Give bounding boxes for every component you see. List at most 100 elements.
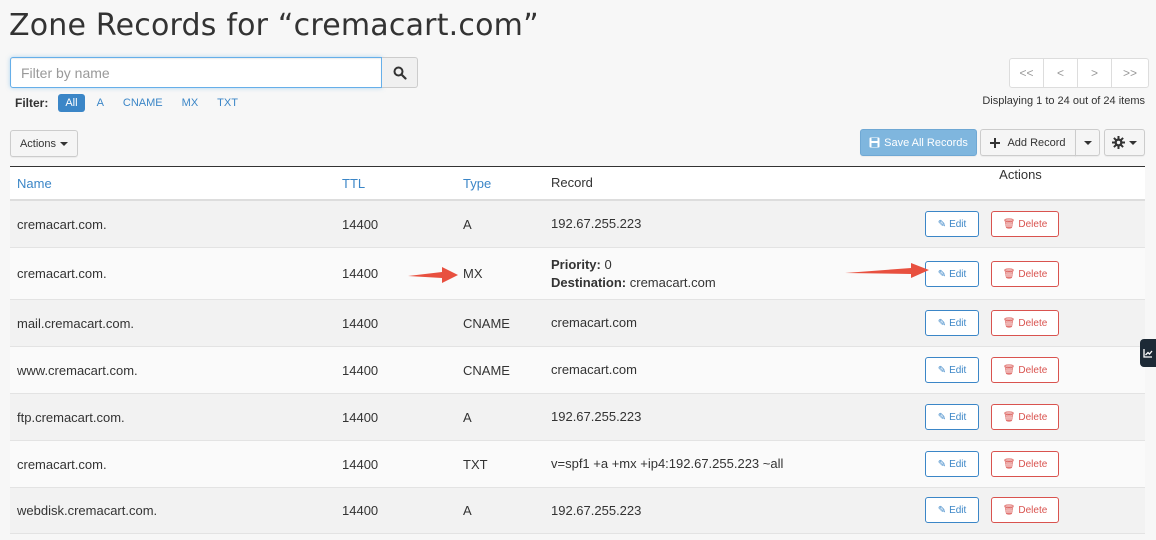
record-value: Priority: 0 Destination: cremacart.com	[544, 256, 919, 292]
destination-value: cremacart.com	[629, 274, 716, 290]
trash-icon: 🗑	[1002, 504, 1016, 516]
row-actions: ✎ Edit 🗑 Delete	[919, 347, 1145, 393]
record-value: 192.67.255.223	[551, 502, 642, 518]
save-all-records-button[interactable]: Save All Records	[860, 129, 977, 156]
settings-dropdown-button[interactable]	[1104, 129, 1145, 156]
record-name: cremacart.com.	[17, 216, 107, 232]
trash-icon: 🗑	[1002, 268, 1016, 280]
table-header: Name TTL Type Record Actions	[10, 167, 1145, 201]
pencil-icon: ✎	[937, 364, 947, 376]
zone-records-table: Name TTL Type Record Actions cremacart.c…	[10, 166, 1145, 534]
record-type: CNAME	[463, 315, 510, 331]
plus-icon	[990, 137, 1001, 148]
record-name: www.cremacart.com.	[17, 362, 138, 378]
edit-button[interactable]: ✎ Edit	[925, 211, 979, 237]
first-page-button[interactable]: <<	[1010, 59, 1044, 87]
actions-label: Actions	[19, 137, 57, 150]
table-row: cremacart.com. 14400 A 192.67.255.223 ✎ E…	[10, 201, 1145, 248]
add-record-button[interactable]: Add Record	[980, 129, 1076, 156]
row-actions: ✎ Edit 🗑 Delete	[919, 394, 1145, 440]
record-name: mail.cremacart.com.	[17, 315, 135, 331]
page-title: Zone Records for “cremacart.com”	[9, 8, 539, 43]
record-type: A	[463, 503, 472, 518]
delete-button[interactable]: 🗑 Delete	[991, 357, 1059, 383]
edit-label: Edit	[949, 411, 967, 423]
delete-label: Delete	[1018, 411, 1048, 423]
record-type: CNAME	[463, 362, 510, 378]
delete-button[interactable]: 🗑 Delete	[991, 261, 1059, 287]
side-panel-tab[interactable]	[1140, 339, 1156, 367]
table-row: webdisk.cremacart.com. 14400 A 192.67.25…	[10, 488, 1145, 534]
edit-button[interactable]: ✎ Edit	[925, 261, 979, 287]
delete-label: Delete	[1018, 268, 1048, 280]
edit-label: Edit	[949, 268, 967, 280]
delete-label: Delete	[1018, 458, 1048, 470]
save-all-records-label: Save All Records	[884, 136, 968, 149]
save-icon	[869, 137, 880, 148]
search-button[interactable]	[382, 57, 418, 88]
delete-label: Delete	[1018, 218, 1048, 230]
table-row: cremacart.com. 14400 MX Priority: 0 Dest…	[10, 248, 1145, 300]
gear-icon	[1112, 136, 1125, 149]
edit-button[interactable]: ✎ Edit	[925, 404, 979, 430]
record-value: v=spf1 +a +mx +ip4:192.67.255.223 ~all	[551, 456, 784, 471]
display-count: Displaying 1 to 24 out of 24 items	[982, 95, 1145, 107]
chevron-down-icon	[60, 141, 69, 146]
edit-button[interactable]: ✎ Edit	[925, 310, 979, 336]
filter-mx[interactable]: MX	[175, 94, 206, 112]
edit-label: Edit	[949, 504, 967, 516]
trash-icon: 🗑	[1002, 411, 1016, 423]
filter-cname[interactable]: CNAME	[116, 94, 170, 112]
search-input[interactable]	[10, 57, 382, 88]
delete-button[interactable]: 🗑 Delete	[991, 451, 1059, 477]
trash-icon: 🗑	[1002, 364, 1016, 376]
edit-label: Edit	[949, 458, 967, 470]
record-name: cremacart.com.	[17, 266, 107, 281]
filter-label: Filter:	[15, 96, 49, 110]
edit-label: Edit	[949, 317, 967, 329]
row-actions: ✎ Edit 🗑 Delete	[919, 300, 1145, 346]
filter-all[interactable]: All	[58, 94, 85, 112]
row-actions: ✎ Edit 🗑 Delete	[919, 441, 1145, 487]
column-header-ttl[interactable]: TTL	[335, 176, 456, 191]
record-ttl: 14400	[342, 266, 379, 281]
last-page-button[interactable]: >>	[1112, 59, 1148, 87]
next-page-button[interactable]: >	[1078, 59, 1112, 87]
record-name: ftp.cremacart.com.	[17, 409, 125, 425]
delete-button[interactable]: 🗑 Delete	[991, 310, 1059, 336]
record-type: MX	[463, 266, 483, 281]
table-row: mail.cremacart.com. 14400 CNAME cremacar…	[10, 300, 1145, 347]
actions-dropdown-button[interactable]: Actions	[10, 130, 78, 157]
column-header-type[interactable]: Type	[456, 176, 544, 191]
edit-button[interactable]: ✎ Edit	[925, 357, 979, 383]
delete-label: Delete	[1018, 504, 1048, 516]
priority-label: Priority:	[551, 256, 601, 272]
add-record-dropdown-button[interactable]	[1075, 129, 1100, 156]
delete-button[interactable]: 🗑 Delete	[991, 497, 1059, 523]
record-ttl: 14400	[342, 456, 379, 472]
add-record-label: Add Record	[1007, 136, 1066, 149]
pencil-icon: ✎	[937, 218, 947, 230]
prev-page-button[interactable]: <	[1044, 59, 1078, 87]
search-icon	[393, 66, 407, 80]
row-actions: ✎ Edit 🗑 Delete	[919, 248, 1145, 299]
delete-button[interactable]: 🗑 Delete	[991, 404, 1059, 430]
filter-txt[interactable]: TXT	[210, 94, 245, 112]
record-type: A	[463, 216, 472, 232]
trash-icon: 🗑	[1002, 317, 1016, 329]
column-header-name[interactable]: Name	[10, 176, 335, 191]
filter-a[interactable]: A	[90, 94, 111, 112]
delete-label: Delete	[1018, 364, 1048, 376]
record-type: A	[463, 409, 472, 425]
edit-button[interactable]: ✎ Edit	[925, 451, 979, 477]
record-ttl: 14400	[342, 315, 379, 331]
edit-button[interactable]: ✎ Edit	[925, 497, 979, 523]
record-name: cremacart.com.	[17, 456, 107, 472]
record-ttl: 14400	[342, 362, 379, 378]
search-bar	[10, 57, 418, 88]
pencil-icon: ✎	[937, 458, 947, 470]
edit-label: Edit	[949, 364, 967, 376]
chevron-down-icon	[1083, 140, 1092, 145]
record-value: cremacart.com	[551, 362, 637, 377]
delete-button[interactable]: 🗑 Delete	[991, 211, 1059, 237]
